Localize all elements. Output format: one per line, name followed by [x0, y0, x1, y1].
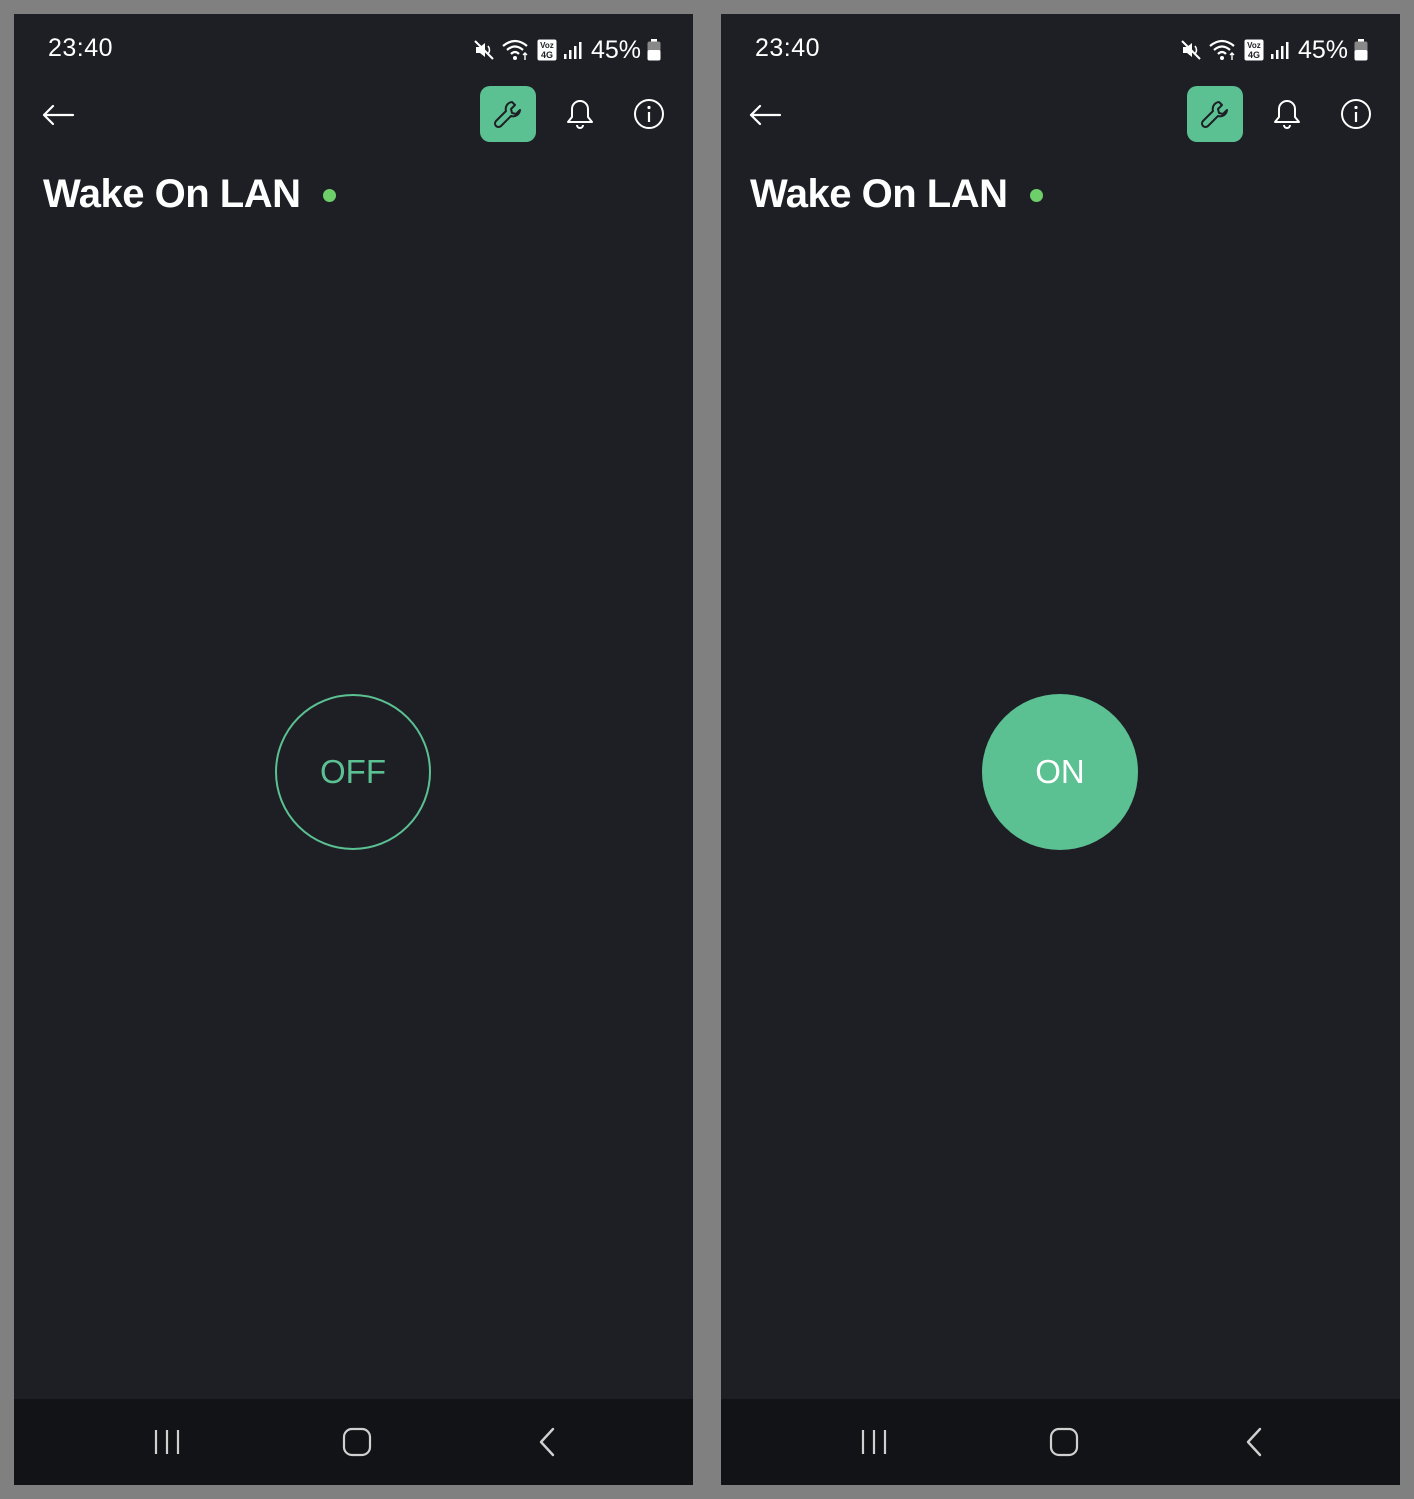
phone-screen-off: 23:40 Voz 4G 45% Wake On LAN OFF [14, 14, 693, 1485]
back-chevron-icon [1246, 1427, 1262, 1457]
battery-percentage: 45% [590, 35, 641, 64]
back-button[interactable] [38, 95, 78, 135]
network-badge-bottom: 4G [1248, 50, 1260, 60]
volte-4g-icon: Voz 4G [1244, 39, 1264, 61]
info-icon [634, 99, 664, 129]
settings-wrench-button[interactable] [480, 86, 536, 142]
system-nav-bar [14, 1399, 693, 1485]
title-row: Wake On LAN [43, 172, 336, 217]
wifi-icon [1208, 38, 1238, 62]
status-icons: Voz 4G 45% [1180, 34, 1368, 66]
back-arrow-icon [749, 104, 782, 126]
app-bar [721, 86, 1400, 144]
notifications-button[interactable] [1267, 94, 1307, 134]
status-time: 23:40 [755, 34, 821, 62]
status-bar: 23:40 Voz 4G 45% [14, 14, 693, 86]
power-toggle-label: OFF [320, 753, 386, 790]
status-icons: Voz 4G 45% [473, 34, 661, 66]
mute-icon [1180, 39, 1202, 61]
recents-icon [154, 1430, 180, 1454]
network-badge-bottom: 4G [541, 50, 553, 60]
nav-recents-button[interactable] [849, 1417, 899, 1467]
page-title: Wake On LAN [43, 172, 301, 216]
power-toggle-button[interactable]: ON [982, 694, 1138, 850]
back-chevron-icon [539, 1427, 555, 1457]
bell-icon [1274, 100, 1300, 129]
info-button[interactable] [1336, 94, 1376, 134]
info-button[interactable] [629, 94, 669, 134]
title-row: Wake On LAN [750, 172, 1043, 217]
nav-recents-button[interactable] [142, 1417, 192, 1467]
settings-wrench-button[interactable] [1187, 86, 1243, 142]
recents-icon [861, 1430, 887, 1454]
bell-icon [567, 100, 593, 129]
info-icon [1341, 99, 1371, 129]
online-status-dot [322, 189, 336, 202]
home-icon [1049, 1427, 1079, 1457]
phone-screen-on: 23:40 Voz 4G 45% Wake On LAN ON [721, 14, 1400, 1485]
nav-back-button[interactable] [522, 1417, 572, 1467]
wifi-icon [501, 38, 531, 62]
wrench-icon [1200, 101, 1228, 129]
mute-icon [473, 39, 495, 61]
battery-icon [1354, 39, 1368, 61]
home-icon [342, 1427, 372, 1457]
back-arrow-icon [42, 104, 75, 126]
status-time: 23:40 [48, 34, 114, 62]
app-bar [14, 86, 693, 144]
nav-home-button[interactable] [332, 1417, 382, 1467]
volte-4g-icon: Voz 4G [537, 39, 557, 61]
system-nav-bar [721, 1399, 1400, 1485]
online-status-dot [1029, 189, 1043, 202]
signal-icon [1270, 40, 1290, 60]
power-toggle-button[interactable]: OFF [275, 694, 431, 850]
network-badge-top: Voz [540, 41, 554, 50]
status-bar: 23:40 Voz 4G 45% [721, 14, 1400, 86]
nav-back-button[interactable] [1229, 1417, 1279, 1467]
notifications-button[interactable] [560, 94, 600, 134]
battery-icon [647, 39, 661, 61]
power-toggle-label: ON [1035, 753, 1085, 790]
network-badge-top: Voz [1247, 41, 1261, 50]
nav-home-button[interactable] [1039, 1417, 1089, 1467]
battery-percentage: 45% [1297, 35, 1348, 64]
back-button[interactable] [745, 95, 785, 135]
wrench-icon [493, 101, 521, 129]
signal-icon [563, 40, 583, 60]
page-title: Wake On LAN [750, 172, 1008, 216]
